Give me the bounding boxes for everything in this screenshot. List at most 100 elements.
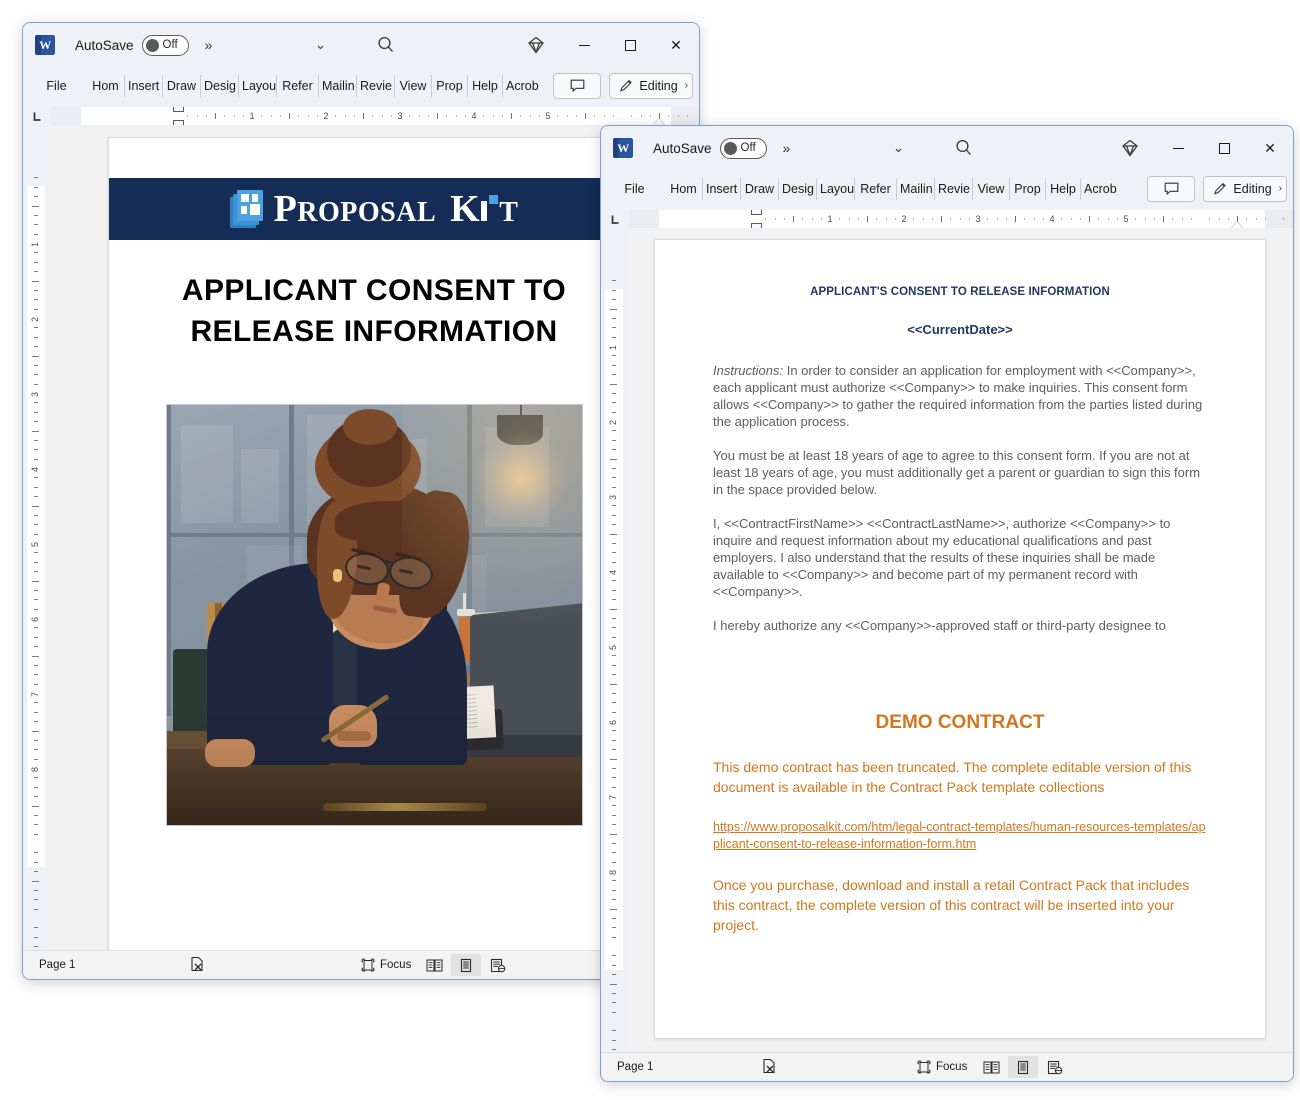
tab-proposal[interactable]: Prop — [432, 74, 468, 97]
editing-mode-button[interactable]: Editing › — [609, 72, 693, 99]
page-indicator[interactable]: Page 1 — [617, 1061, 653, 1073]
print-layout-button[interactable] — [451, 954, 481, 976]
autosave-toggle[interactable]: Off — [141, 34, 189, 56]
ribbon-right-actions[interactable]: Editing › — [1147, 170, 1287, 207]
proofing-errors-icon[interactable] — [761, 1058, 777, 1077]
tab-stop-selector[interactable] — [601, 207, 629, 231]
web-layout-button[interactable] — [1040, 1056, 1070, 1078]
horizontal-ruler[interactable]: 1 2 3 4 5 — [601, 207, 1293, 231]
tab-draw[interactable]: Draw — [741, 177, 779, 200]
chevron-right-icon[interactable]: › — [685, 80, 688, 91]
tab-acrobat[interactable]: Acrob — [503, 75, 539, 97]
tab-layout[interactable]: Layou — [817, 177, 855, 200]
diamond-icon[interactable] — [1119, 137, 1141, 159]
first-line-indent-marker[interactable] — [750, 210, 762, 215]
ruler-tick — [612, 861, 616, 863]
page-indicator[interactable]: Page 1 — [39, 959, 75, 971]
tab-home[interactable]: Hom — [665, 177, 703, 200]
tab-mailings[interactable]: Mailin — [319, 74, 357, 97]
tab-proposal[interactable]: Prop — [1010, 177, 1046, 200]
ruler-tick — [1033, 218, 1035, 220]
tab-draw[interactable]: Draw — [163, 74, 201, 97]
read-mode-button[interactable] — [419, 954, 449, 976]
title-bar[interactable]: W AutoSave Off » ⌄ ✕ — [23, 23, 699, 67]
tab-stop-selector[interactable] — [23, 104, 51, 128]
right-indent-marker[interactable] — [1231, 221, 1243, 228]
word-window-proposal-kit-cover[interactable]: W AutoSave Off » ⌄ ✕ File Hom Insert Dra… — [22, 22, 700, 980]
word-window-consent-form[interactable]: W AutoSave Off » ⌄ ✕ File Hom Insert Dra… — [600, 125, 1294, 1082]
ribbon-tabs[interactable]: File Hom Insert Draw Desig Layou Refer M… — [23, 67, 699, 104]
ruler-track[interactable]: 1 2 3 4 5 — [629, 210, 1293, 228]
ribbon-right-actions[interactable]: Editing › — [553, 67, 693, 104]
tab-review[interactable]: Revie — [935, 177, 973, 200]
tab-help[interactable]: Help — [468, 74, 503, 97]
quick-access-caret-icon[interactable]: ⌄ — [893, 140, 904, 156]
right-indent-marker[interactable] — [653, 118, 665, 125]
focus-mode-button[interactable]: Focus — [917, 1060, 967, 1074]
tab-file[interactable]: File — [615, 178, 651, 200]
tab-acrobat[interactable]: Acrob — [1081, 178, 1117, 200]
title-bar[interactable]: W AutoSave Off » ⌄ ✕ — [601, 126, 1293, 170]
diamond-icon[interactable] — [525, 34, 547, 56]
maximize-button[interactable] — [607, 23, 653, 67]
read-mode-button[interactable] — [976, 1056, 1006, 1078]
ribbon-tabs[interactable]: File Hom Insert Draw Desig Layou Refer M… — [601, 170, 1293, 207]
demo-contract-link[interactable]: https://www.proposalkit.com/htm/legal-co… — [713, 819, 1207, 853]
close-button[interactable]: ✕ — [1247, 126, 1293, 170]
comments-button[interactable] — [553, 72, 602, 99]
ruler-tick — [34, 346, 38, 348]
tab-home[interactable]: Hom — [87, 74, 125, 97]
cover-illustration[interactable] — [165, 404, 583, 826]
horizontal-ruler[interactable]: 1 2 3 4 5 — [23, 104, 699, 128]
maximize-button[interactable] — [1201, 126, 1247, 170]
view-buttons[interactable] — [419, 954, 513, 976]
status-bar[interactable]: Page 1 Focus — [23, 950, 699, 979]
document-work-area[interactable]: 1 2 3 4 5 6 7 8 APPLICANT'S CONSENT TO RELEASE … — [601, 231, 1293, 1052]
quick-access-caret-icon[interactable]: ⌄ — [315, 37, 326, 53]
hanging-indent-marker[interactable] — [750, 223, 762, 228]
window-controls[interactable]: ✕ — [561, 23, 699, 67]
status-bar[interactable]: Page 1 Focus — [601, 1052, 1293, 1081]
minimize-button[interactable] — [561, 23, 607, 67]
tab-insert[interactable]: Insert — [703, 177, 741, 200]
tab-references[interactable]: Refer — [277, 74, 319, 97]
tab-file[interactable]: File — [37, 75, 73, 97]
tab-layout[interactable]: Layou — [239, 74, 277, 97]
view-buttons[interactable] — [976, 1056, 1070, 1078]
tab-insert[interactable]: Insert — [125, 74, 163, 97]
search-icon[interactable] — [375, 34, 397, 56]
document-work-area[interactable]: 12345678 P ROPOSAL K T APPLICANT CONSENT… — [23, 128, 699, 950]
editing-mode-button[interactable]: Editing › — [1203, 175, 1287, 202]
tab-design[interactable]: Desig — [201, 74, 239, 97]
tab-view[interactable]: View — [973, 177, 1010, 200]
web-layout-button[interactable] — [483, 954, 513, 976]
page-scroll-region[interactable]: APPLICANT'S CONSENT TO RELEASE INFORMATI… — [627, 231, 1293, 1052]
quick-access-overflow-icon[interactable]: » — [205, 37, 213, 53]
document-page-1[interactable]: P ROPOSAL KT APPLICANT CONSENT TO RELEASE… — [107, 137, 641, 950]
comments-button[interactable] — [1147, 175, 1196, 202]
chevron-right-icon[interactable]: › — [1279, 183, 1282, 194]
minimize-button[interactable] — [1155, 126, 1201, 170]
ruler-tick — [610, 308, 617, 310]
tab-review[interactable]: Revie — [357, 74, 395, 97]
ruler-track[interactable]: 1 2 3 4 5 — [51, 107, 699, 125]
ruler-tick — [612, 580, 616, 582]
close-button[interactable]: ✕ — [653, 23, 699, 67]
tab-help[interactable]: Help — [1046, 177, 1081, 200]
hanging-indent-marker[interactable] — [172, 120, 184, 125]
first-line-indent-marker[interactable] — [172, 107, 184, 112]
proofing-errors-icon[interactable] — [189, 956, 205, 975]
focus-mode-button[interactable]: Focus — [361, 958, 411, 972]
window-controls[interactable]: ✕ — [1155, 126, 1293, 170]
document-page-1[interactable]: APPLICANT'S CONSENT TO RELEASE INFORMATI… — [654, 239, 1266, 1039]
tab-references[interactable]: Refer — [855, 177, 897, 200]
ruler-tick — [34, 289, 38, 291]
autosave-toggle[interactable]: Off — [719, 137, 767, 159]
tab-mailings[interactable]: Mailin — [897, 177, 935, 200]
search-icon[interactable] — [953, 137, 975, 159]
tab-design[interactable]: Desig — [779, 177, 817, 200]
print-layout-button[interactable] — [1008, 1056, 1038, 1078]
ruler-tick — [612, 1049, 616, 1051]
quick-access-overflow-icon[interactable]: » — [783, 140, 791, 156]
tab-view[interactable]: View — [395, 74, 432, 97]
